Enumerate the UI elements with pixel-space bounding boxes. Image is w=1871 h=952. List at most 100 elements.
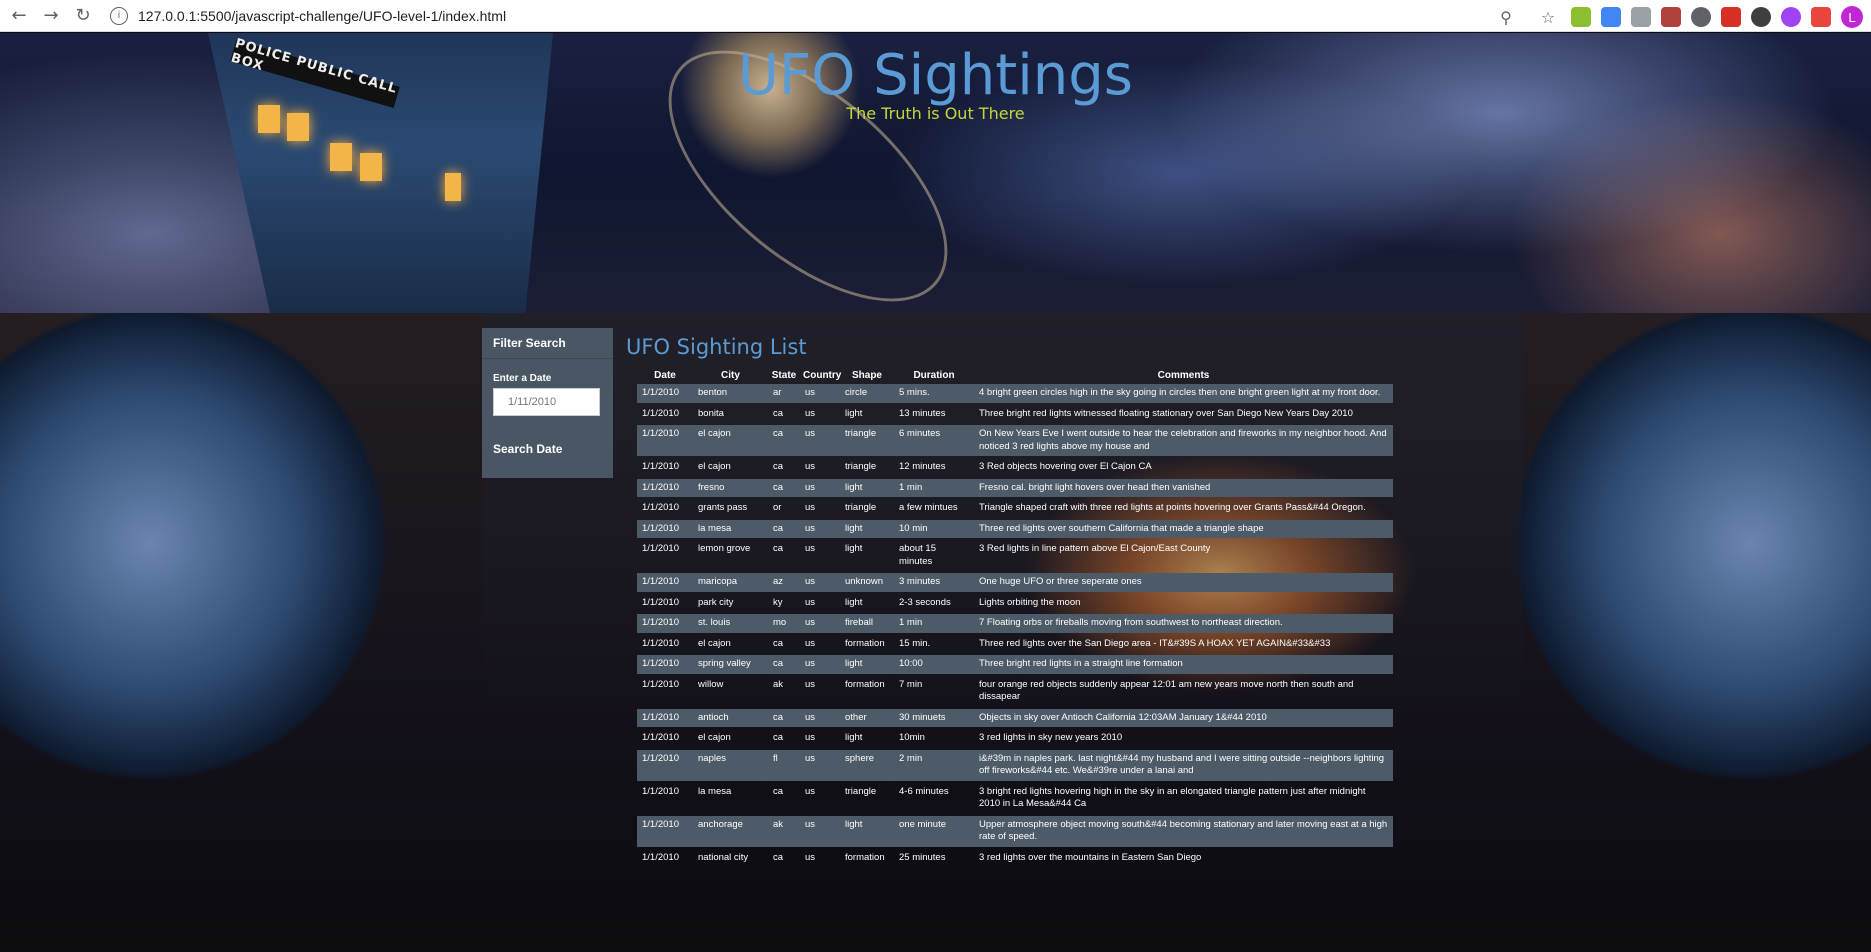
table-cell: el cajon — [698, 732, 731, 743]
table-cell: anchorage — [693, 815, 768, 847]
table-cell: willow — [698, 678, 724, 690]
table-cell: unknown — [840, 573, 894, 592]
table-cell: 1/1/2010 — [637, 519, 693, 538]
translate-extension-icon[interactable] — [1601, 7, 1621, 27]
table-cell: 1/1/2010 — [637, 708, 693, 727]
address-bar[interactable]: i 127.0.0.1:5500/javascript-challenge/UF… — [110, 6, 506, 25]
date-input[interactable] — [493, 388, 600, 416]
bookmark-star-icon[interactable]: ☆ — [1535, 4, 1561, 30]
table-row: 1/1/2010 la mesa ca us light 10 min Three red … — [637, 519, 1393, 538]
table-cell: Three bright red lights in a straight li… — [974, 655, 1393, 674]
table-cell: fireball — [840, 614, 894, 633]
table-cell: 1/1/2010 — [642, 596, 679, 608]
table-cell: ak — [773, 678, 784, 690]
table-row: 1/1/2010 el cajon ca us triangle 6 minutes On … — [637, 425, 1393, 456]
table-cell: 1/1/2010 — [642, 407, 679, 419]
table-row: 1/1/2010 lemon grove ca us light about 15 min… — [637, 540, 1393, 571]
extension-icon[interactable] — [1571, 7, 1591, 27]
extension-icon[interactable] — [1781, 7, 1801, 27]
table-cell: Upper atmosphere object moving south&#44… — [974, 815, 1393, 847]
table-row: 1/1/2010 la mesa ca us triangle 4-6 minutes 3 … — [637, 783, 1393, 814]
page-title: UFO Sightings — [738, 43, 1133, 108]
site-info-icon[interactable]: i — [110, 6, 128, 25]
column-header[interactable]: Duration — [894, 368, 974, 382]
table-cell: 1 min — [894, 614, 974, 633]
table-cell: formation — [845, 678, 885, 690]
search-date-button[interactable]: Search Date — [493, 442, 562, 456]
extension-icon[interactable] — [1721, 7, 1741, 27]
table-cell: maricopa — [693, 573, 768, 592]
table-cell: fl — [768, 749, 800, 781]
table-cell: 10min — [899, 732, 925, 743]
extension-icon[interactable] — [1661, 7, 1681, 27]
table-cell: Fresno cal. bright light hovers over hea… — [974, 478, 1393, 497]
table-cell: ak — [768, 815, 800, 847]
table-cell: ca — [773, 407, 784, 419]
filter-heading: Filter Search — [482, 328, 613, 359]
table-cell: us — [805, 678, 816, 690]
table-cell: 10 min — [894, 519, 974, 538]
table-cell: ca — [768, 478, 800, 497]
table-cell: grants pass — [698, 502, 748, 513]
table-cell: ar — [768, 384, 800, 403]
table-cell: 15 min. — [899, 637, 931, 649]
table-row: 1/1/2010 el cajon ca us light 10min 3 red ligh… — [637, 729, 1393, 748]
column-header[interactable]: Comments — [974, 368, 1393, 382]
extension-icon[interactable] — [1691, 7, 1711, 27]
reload-icon[interactable]: ↻ — [70, 3, 96, 29]
table-row: 1/1/2010 willow ak us formation 7 min four ora… — [637, 676, 1393, 707]
forward-icon[interactable]: → — [38, 3, 64, 29]
table-cell: ca — [773, 461, 784, 472]
table-cell: light — [845, 732, 863, 743]
table-cell: us — [805, 851, 816, 863]
tardis-window — [445, 173, 461, 201]
table-cell: ca — [773, 851, 784, 863]
table-cell: national city — [698, 851, 749, 863]
table-cell: 1/1/2010 — [642, 543, 679, 554]
table-cell: park city — [698, 596, 734, 608]
table-body: 1/1/2010 benton ar us circle 5 mins. 4 bright … — [637, 384, 1393, 867]
table-cell: triangle — [845, 502, 877, 513]
table-cell: us — [805, 732, 816, 743]
pen-extension-icon[interactable] — [1811, 7, 1831, 27]
table-row: 1/1/2010 el cajon ca us formation 15 min. Thre… — [637, 635, 1393, 654]
extension-icon[interactable] — [1631, 7, 1651, 27]
table-cell: la mesa — [698, 785, 732, 797]
table-cell: 4 bright green circles high in the sky g… — [974, 384, 1393, 403]
table-cell: 1/1/2010 — [642, 461, 679, 472]
extension-icon[interactable] — [1751, 7, 1771, 27]
table-cell: ca — [768, 519, 800, 538]
table-cell: light — [845, 596, 863, 608]
column-header[interactable]: State — [768, 368, 800, 382]
table-cell: 2-3 seconds — [899, 596, 951, 608]
table-cell: circle — [840, 384, 894, 403]
column-header[interactable]: Country — [800, 368, 841, 382]
table-cell: or — [773, 502, 782, 513]
back-icon[interactable]: ← — [6, 3, 32, 29]
table-cell: us — [805, 543, 816, 554]
table-cell: On New Years Eve I went outside to hear … — [974, 425, 1393, 456]
table-cell: us — [800, 478, 840, 497]
column-header[interactable]: City — [693, 368, 768, 382]
table-cell: four orange red objects suddenly appear … — [979, 678, 1354, 703]
table-cell: us — [800, 425, 840, 456]
profile-avatar[interactable]: L — [1841, 6, 1863, 28]
table-row: 1/1/2010 spring valley ca us light 10:00 Three… — [637, 655, 1393, 674]
hero-banner: POLICE PUBLIC CALL BOX UFO Sightings The… — [0, 33, 1871, 348]
table-cell: ca — [773, 785, 784, 797]
table-cell: Three red lights over the San Diego area… — [979, 637, 1331, 649]
table-cell: light — [845, 543, 863, 554]
table-cell: light — [840, 519, 894, 538]
table-cell: 1/1/2010 — [642, 502, 679, 513]
zoom-icon[interactable]: ⚲ — [1493, 4, 1519, 30]
toolbar-actions: ⚲ ☆ L — [1487, 4, 1863, 30]
table-cell: Triangle shaped craft with three red lig… — [979, 502, 1366, 513]
filter-panel: Filter Search Enter a Date Search Date — [482, 328, 613, 478]
table-cell: 3 red lights over the mountains in Easte… — [979, 851, 1202, 863]
column-header[interactable]: Shape — [840, 368, 894, 382]
table-cell: formation — [845, 851, 885, 863]
tardis-window — [330, 143, 352, 171]
date-label: Enter a Date — [493, 373, 552, 384]
column-header[interactable]: Date — [637, 368, 693, 382]
table-cell: 4-6 minutes — [899, 785, 949, 797]
